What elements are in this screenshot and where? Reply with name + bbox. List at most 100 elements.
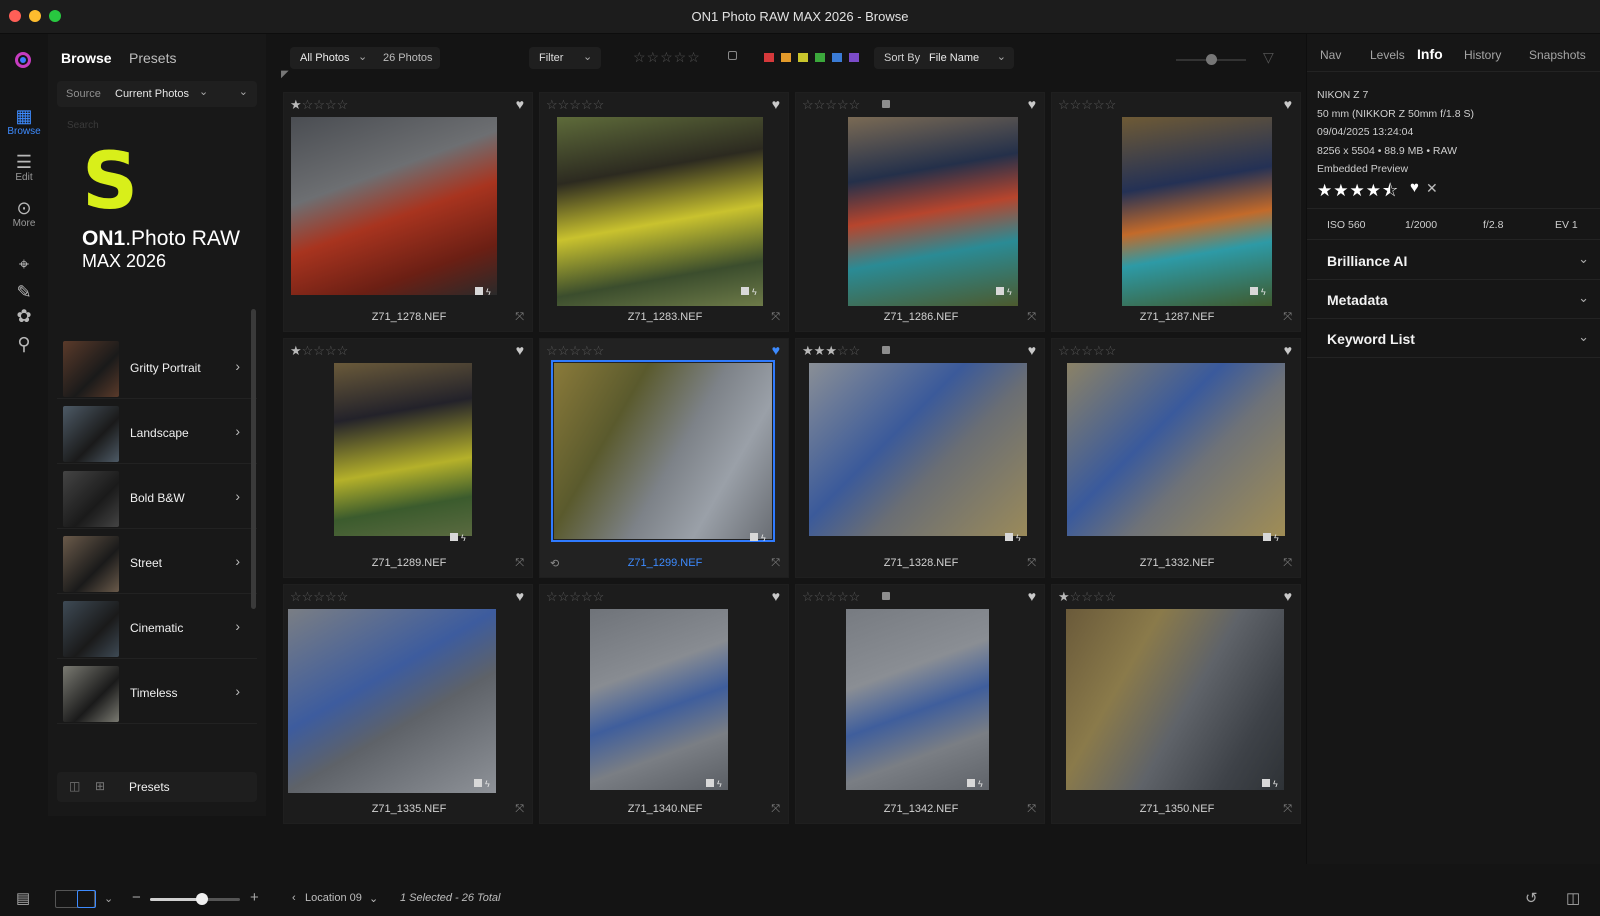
zoom-in-icon[interactable]: + bbox=[250, 889, 259, 906]
zoom-slider-knob[interactable] bbox=[196, 893, 209, 905]
preset-item[interactable]: Timeless › bbox=[57, 664, 257, 724]
photo-cell[interactable]: ★☆☆☆☆ ♥ ϟ Z71_1289.NEF ⤧ bbox=[283, 338, 533, 578]
photo-cell[interactable]: ☆☆☆☆☆ ♥ ϟ Z71_1340.NEF ⤧ bbox=[539, 584, 789, 824]
flag-icon[interactable] bbox=[882, 346, 890, 354]
rating-stars[interactable]: ★★★★⯪ bbox=[1317, 178, 1399, 207]
tab-info[interactable]: Info bbox=[1417, 46, 1443, 62]
photo-rating-stars[interactable]: ☆☆☆☆☆ bbox=[290, 589, 348, 605]
photo-thumbnail[interactable] bbox=[590, 609, 728, 790]
photo-cell[interactable]: ☆☆☆☆☆ ♥ ϟ Z71_1342.NEF ⤧ bbox=[795, 584, 1045, 824]
heart-icon[interactable]: ♥ bbox=[1028, 588, 1036, 604]
preset-item[interactable]: Street › bbox=[57, 534, 257, 594]
photo-rating-stars[interactable]: ☆☆☆☆☆ bbox=[802, 97, 860, 113]
photo-thumbnail[interactable] bbox=[288, 609, 496, 793]
heart-icon[interactable]: ♥ bbox=[772, 588, 780, 604]
photo-cell[interactable]: ☆☆☆☆☆ ♥ ϟ Z71_1335.NEF ⤧ bbox=[283, 584, 533, 824]
app-logo-icon[interactable] bbox=[15, 52, 31, 68]
section-keyword-list[interactable]: Keyword List ⌄ bbox=[1307, 319, 1600, 358]
photo-thumbnail[interactable] bbox=[291, 117, 497, 295]
tab-browse[interactable]: Browse bbox=[61, 50, 112, 66]
flag-filter-icon[interactable] bbox=[728, 51, 737, 60]
color-label-swatch[interactable] bbox=[849, 53, 859, 62]
photo-cell[interactable]: ☆☆☆☆☆ ♥ ϟ Z71_1286.NEF ⤧ bbox=[795, 92, 1045, 332]
heart-icon[interactable]: ♥ bbox=[772, 96, 780, 112]
flag-icon[interactable] bbox=[882, 100, 890, 108]
section-brilliance-ai[interactable]: Brilliance AI ⌄ bbox=[1307, 241, 1600, 280]
presets-footer[interactable]: ◫ ⊞ Presets bbox=[57, 772, 257, 802]
collapse-arrow-icon[interactable]: ◤ bbox=[281, 69, 289, 80]
rating-filter[interactable]: ☆☆☆☆☆ bbox=[633, 49, 701, 66]
flag-icon[interactable] bbox=[882, 592, 890, 600]
preset-item[interactable]: Gritty Portrait › bbox=[57, 339, 257, 399]
color-label-swatch[interactable] bbox=[798, 53, 808, 62]
chevron-down-icon[interactable]: ⌄ bbox=[369, 892, 378, 905]
photo-cell[interactable]: ☆☆☆☆☆ ♥ ϟ Z71_1283.NEF ⤧ bbox=[539, 92, 789, 332]
location-breadcrumb[interactable]: Location 09 bbox=[305, 892, 362, 904]
preset-item[interactable]: Landscape › bbox=[57, 404, 257, 464]
heart-icon[interactable]: ♥ bbox=[516, 96, 524, 112]
tab-history[interactable]: History bbox=[1464, 48, 1501, 62]
photo-thumbnail[interactable] bbox=[848, 117, 1018, 306]
photo-rating-stars[interactable]: ☆☆☆☆☆ bbox=[1058, 343, 1116, 359]
source-selector[interactable]: Source Current Photos ⌄ ⌄ bbox=[57, 81, 257, 107]
heart-icon[interactable]: ♥ bbox=[1284, 96, 1292, 112]
detail-view-button[interactable] bbox=[77, 890, 96, 908]
reset-icon[interactable]: ↺ bbox=[1525, 889, 1538, 907]
rail-more[interactable]: ⊙ More bbox=[0, 198, 48, 229]
photo-rating-stars[interactable]: ☆☆☆☆☆ bbox=[546, 589, 604, 605]
heart-icon[interactable]: ♥ bbox=[1284, 342, 1292, 358]
color-label-swatch[interactable] bbox=[815, 53, 825, 62]
tab-levels[interactable]: Levels bbox=[1370, 48, 1405, 62]
tab-snapshots[interactable]: Snapshots bbox=[1529, 48, 1586, 62]
preset-folder-icon[interactable]: ◫ bbox=[69, 779, 80, 793]
back-chevron-icon[interactable]: ‹ bbox=[292, 892, 296, 904]
photo-cell[interactable]: ★☆☆☆☆ ♥ ϟ Z71_1278.NEF ⤧ bbox=[283, 92, 533, 332]
reject-x-icon[interactable]: ✕ bbox=[1426, 180, 1438, 197]
rail-browse[interactable]: ▦ Browse bbox=[0, 106, 48, 137]
photo-rating-stars[interactable]: ★☆☆☆☆ bbox=[1058, 589, 1116, 605]
search-tool-button[interactable]: ⚲ bbox=[0, 334, 48, 354]
heart-icon[interactable]: ♥ bbox=[772, 342, 780, 358]
photo-cell[interactable]: ☆☆☆☆☆ ♥ ϟ Z71_1287.NEF ⤧ bbox=[1051, 92, 1301, 332]
photo-rating-stars[interactable]: ★★★☆☆ bbox=[802, 343, 860, 359]
photo-rating-stars[interactable]: ☆☆☆☆☆ bbox=[802, 589, 860, 605]
photo-thumbnail[interactable] bbox=[551, 360, 775, 542]
heart-icon[interactable]: ♥ bbox=[516, 588, 524, 604]
photo-cell[interactable]: ★★★☆☆ ♥ ϟ Z71_1328.NEF ⤧ bbox=[795, 338, 1045, 578]
search-input[interactable]: Search bbox=[67, 120, 99, 131]
heart-icon[interactable]: ♥ bbox=[516, 342, 524, 358]
heart-icon[interactable]: ♥ bbox=[1028, 96, 1036, 112]
album-selector[interactable]: All Photos ⌄ 26 Photos bbox=[290, 47, 440, 69]
heart-icon[interactable]: ♥ bbox=[1028, 342, 1036, 358]
funnel-icon[interactable]: ▽ bbox=[1263, 49, 1274, 66]
filter-dropdown[interactable]: Filter ⌄ bbox=[529, 47, 601, 69]
photo-thumbnail[interactable] bbox=[846, 609, 989, 790]
photo-rating-stars[interactable]: ☆☆☆☆☆ bbox=[546, 343, 604, 359]
chevron-down-icon[interactable]: ⌄ bbox=[104, 892, 113, 905]
photo-rating-stars[interactable]: ★☆☆☆☆ bbox=[290, 97, 348, 113]
photo-rating-stars[interactable]: ☆☆☆☆☆ bbox=[546, 97, 604, 113]
crop-tool-button[interactable]: ⌖ bbox=[0, 254, 48, 274]
photo-rating-stars[interactable]: ☆☆☆☆☆ bbox=[1058, 97, 1116, 113]
photo-thumbnail[interactable] bbox=[557, 117, 763, 306]
photo-cell[interactable]: ☆☆☆☆☆ ♥ ϟ Z71_1332.NEF ⤧ bbox=[1051, 338, 1301, 578]
heart-icon[interactable]: ♥ bbox=[1284, 588, 1292, 604]
photo-cell[interactable]: ☆☆☆☆☆ ♥ ϟ Z71_1299.NEF ⟲ ⤧ bbox=[539, 338, 789, 578]
section-metadata[interactable]: Metadata ⌄ bbox=[1307, 280, 1600, 319]
photo-thumbnail[interactable] bbox=[1066, 609, 1284, 790]
heart-icon[interactable]: ♥ bbox=[1410, 179, 1419, 196]
list-view-icon[interactable]: ▤ bbox=[16, 889, 30, 907]
toggle-panel-icon[interactable]: ◫ bbox=[1566, 889, 1580, 907]
brush-tool-button[interactable]: ✎ bbox=[0, 282, 48, 302]
preset-add-icon[interactable]: ⊞ bbox=[95, 779, 105, 793]
sync-icon[interactable]: ⟲ bbox=[550, 557, 559, 570]
preset-item[interactable]: Cinematic › bbox=[57, 599, 257, 659]
photo-thumbnail[interactable] bbox=[334, 363, 472, 536]
left-panel-scrollbar[interactable] bbox=[251, 309, 256, 609]
photo-thumbnail[interactable] bbox=[1122, 117, 1272, 306]
zoom-out-icon[interactable]: − bbox=[132, 889, 141, 906]
photo-thumbnail[interactable] bbox=[1067, 363, 1285, 536]
tab-presets[interactable]: Presets bbox=[129, 50, 176, 66]
color-label-swatch[interactable] bbox=[781, 53, 791, 62]
photo-cell[interactable]: ★☆☆☆☆ ♥ ϟ Z71_1350.NEF ⤧ bbox=[1051, 584, 1301, 824]
